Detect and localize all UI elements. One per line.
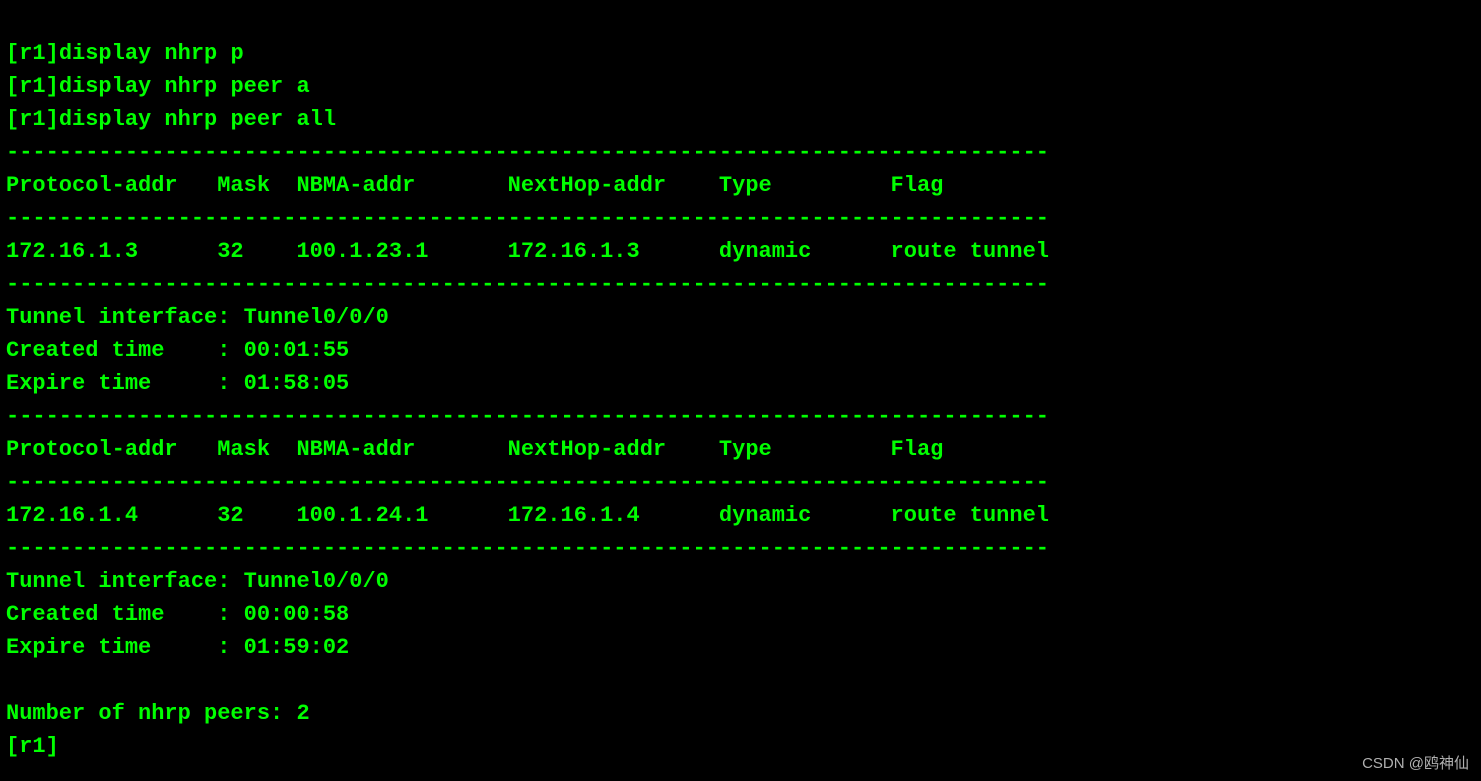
- command-2: display nhrp peer all: [59, 107, 336, 132]
- hostname: r1: [19, 74, 45, 99]
- created-time-line: Created time : 00:01:55: [6, 338, 349, 363]
- prompt-open: [: [6, 74, 19, 99]
- tunnel-interface-line: Tunnel interface: Tunnel0/0/0: [6, 569, 389, 594]
- table-row: 172.16.1.4 32 100.1.24.1 172.16.1.4 dyna…: [6, 503, 1049, 528]
- expire-time-line: Expire time : 01:58:05: [6, 371, 349, 396]
- prompt-line[interactable]: [r1]display nhrp p: [6, 41, 244, 66]
- prompt-close: ]: [46, 107, 59, 132]
- command-0: display nhrp p: [59, 41, 244, 66]
- tunnel-interface-line: Tunnel interface: Tunnel0/0/0: [6, 305, 389, 330]
- summary-label: Number of nhrp peers:: [6, 701, 283, 726]
- divider: ----------------------------------------…: [6, 536, 1049, 561]
- watermark: CSDN @鸥神仙: [1362, 753, 1469, 776]
- prompt-open: [: [6, 107, 19, 132]
- divider: ----------------------------------------…: [6, 470, 1049, 495]
- created-time-label: Created time :: [6, 602, 230, 627]
- created-time-line: Created time : 00:00:58: [6, 602, 349, 627]
- table-header: Protocol-addr Mask NBMA-addr NextHop-add…: [6, 437, 943, 462]
- expire-time-label: Expire time :: [6, 371, 230, 396]
- terminal-output: [r1]display nhrp p [r1]display nhrp peer…: [0, 0, 1481, 767]
- final-prompt[interactable]: [r1]: [6, 734, 59, 759]
- created-time-value: 00:01:55: [244, 338, 350, 363]
- expire-time-line: Expire time : 01:59:02: [6, 635, 349, 660]
- summary-value: 2: [296, 701, 309, 726]
- tunnel-interface-value: Tunnel0/0/0: [244, 305, 389, 330]
- table-header: Protocol-addr Mask NBMA-addr NextHop-add…: [6, 173, 943, 198]
- prompt-open: [: [6, 41, 19, 66]
- divider: ----------------------------------------…: [6, 206, 1049, 231]
- tunnel-interface-value: Tunnel0/0/0: [244, 569, 389, 594]
- prompt-line[interactable]: [r1]display nhrp peer a: [6, 74, 310, 99]
- divider: ----------------------------------------…: [6, 140, 1049, 165]
- divider: ----------------------------------------…: [6, 272, 1049, 297]
- summary-line: Number of nhrp peers: 2: [6, 701, 310, 726]
- hostname: r1: [19, 41, 45, 66]
- prompt-line[interactable]: [r1]display nhrp peer all: [6, 107, 336, 132]
- expire-time-value: 01:59:02: [244, 635, 350, 660]
- expire-time-value: 01:58:05: [244, 371, 350, 396]
- created-time-label: Created time :: [6, 338, 230, 363]
- divider: ----------------------------------------…: [6, 404, 1049, 429]
- tunnel-interface-label: Tunnel interface:: [6, 569, 230, 594]
- command-1: display nhrp peer a: [59, 74, 310, 99]
- table-row: 172.16.1.3 32 100.1.23.1 172.16.1.3 dyna…: [6, 239, 1049, 264]
- prompt-close: ]: [46, 41, 59, 66]
- tunnel-interface-label: Tunnel interface:: [6, 305, 230, 330]
- created-time-value: 00:00:58: [244, 602, 350, 627]
- hostname: r1: [19, 107, 45, 132]
- prompt-close: ]: [46, 74, 59, 99]
- expire-time-label: Expire time :: [6, 635, 230, 660]
